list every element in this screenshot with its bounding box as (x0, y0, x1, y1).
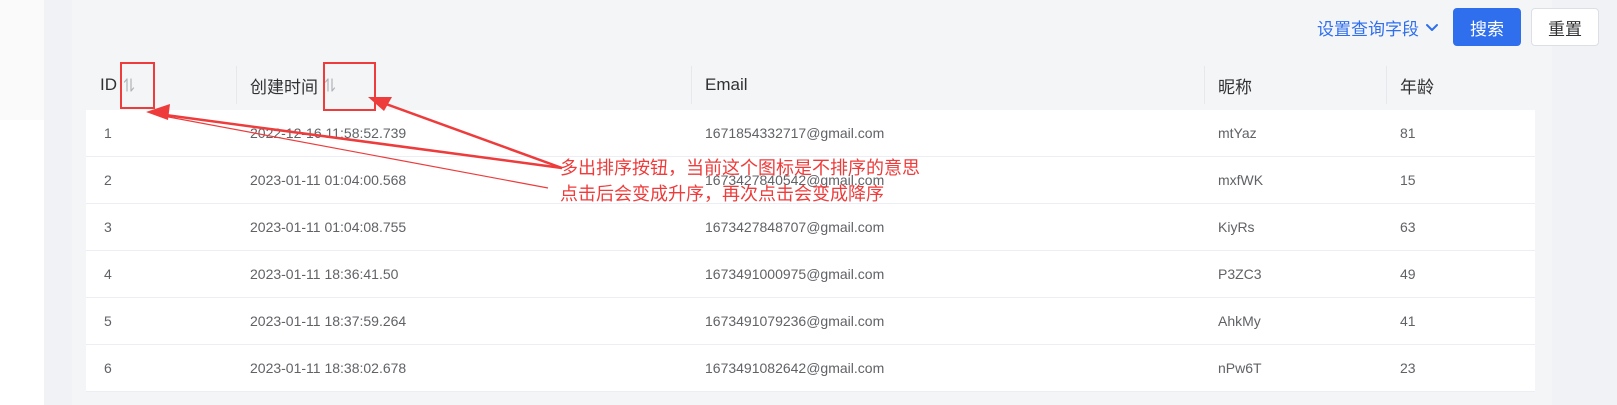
cell-nickname: AhkMy (1218, 313, 1261, 329)
cell-email: 1673491082642@gmail.com (705, 360, 885, 376)
cell-created: 2023-01-11 01:04:08.755 (250, 219, 407, 235)
cell-id: 3 (104, 219, 112, 235)
table-row[interactable]: 1 2022-12-16 11:58:52.739 1671854332717@… (86, 110, 1535, 157)
cell-created: 2023-01-11 18:36:41.50 (250, 266, 399, 282)
cell-created: 2023-01-11 18:38:02.678 (250, 360, 407, 376)
field-config-dropdown[interactable]: 设置查询字段 (1317, 8, 1443, 46)
side-panel (0, 0, 44, 120)
page-gutter-right (1552, 0, 1617, 405)
table-toolbar: 设置查询字段 搜索 重置 (1317, 8, 1599, 46)
cell-id: 1 (104, 125, 112, 141)
cell-created: 2023-01-11 18:37:59.264 (250, 313, 407, 329)
cell-email: 1673427848707@gmail.com (705, 219, 885, 235)
cell-nickname: P3ZC3 (1218, 266, 1262, 282)
page-gutter (44, 0, 72, 405)
cell-age: 23 (1400, 360, 1416, 376)
cell-id: 2 (104, 172, 112, 188)
cell-email: 1673491079236@gmail.com (705, 313, 885, 329)
table-row[interactable]: 4 2023-01-11 18:36:41.50 1673491000975@g… (86, 251, 1535, 298)
cell-created: 2022-12-16 11:58:52.739 (250, 125, 407, 141)
table-row[interactable]: 6 2023-01-11 18:38:02.678 1673491082642@… (86, 345, 1535, 392)
annotation-text: 多出排序按钮，当前这个图标是不排序的意思 点击后会变成升序，再次点击会变成降序 (560, 156, 920, 208)
annotation-line: 点击后会变成升序，再次点击会变成降序 (560, 184, 884, 205)
column-header-label: ID (100, 75, 117, 94)
cell-age: 15 (1400, 172, 1416, 188)
annotation-highlight-created-sort (323, 62, 376, 111)
annotation-line: 多出排序按钮，当前这个图标是不排序的意思 (560, 158, 920, 179)
cell-age: 63 (1400, 219, 1416, 235)
column-header-id[interactable]: ID (86, 60, 236, 110)
chevron-down-icon (1426, 24, 1438, 31)
column-header-label: 年龄 (1400, 77, 1434, 97)
cell-id: 5 (104, 313, 112, 329)
data-table: ID 创建时间 Email 昵称 年龄 1 2022-12-16 11:58:5… (86, 60, 1535, 392)
column-header-label: 昵称 (1218, 77, 1252, 97)
cell-id: 6 (104, 360, 112, 376)
cell-nickname: mxfWK (1218, 172, 1264, 188)
cell-nickname: nPw6T (1218, 360, 1262, 376)
field-config-label: 设置查询字段 (1317, 19, 1419, 39)
cell-age: 81 (1400, 125, 1416, 141)
cell-age: 49 (1400, 266, 1416, 282)
table-row[interactable]: 5 2023-01-11 18:37:59.264 1673491079236@… (86, 298, 1535, 345)
cell-email: 1673491000975@gmail.com (705, 266, 885, 282)
cell-email: 1671854332717@gmail.com (705, 125, 885, 141)
column-header-label: 创建时间 (250, 77, 318, 97)
table-row[interactable]: 3 2023-01-11 01:04:08.755 1673427848707@… (86, 204, 1535, 251)
cell-nickname: KiyRs (1218, 219, 1255, 235)
cell-id: 4 (104, 266, 112, 282)
column-header-email: Email (691, 60, 1204, 110)
cell-age: 41 (1400, 313, 1416, 329)
search-button[interactable]: 搜索 (1453, 8, 1521, 46)
column-header-age: 年龄 (1386, 60, 1535, 110)
reset-button[interactable]: 重置 (1531, 8, 1599, 46)
cell-nickname: mtYaz (1218, 125, 1257, 141)
column-header-created[interactable]: 创建时间 (236, 60, 691, 110)
annotation-highlight-id-sort (120, 62, 155, 109)
table-header: ID 创建时间 Email 昵称 年龄 (86, 60, 1535, 110)
column-header-nickname: 昵称 (1204, 60, 1386, 110)
column-header-label: Email (705, 75, 748, 94)
